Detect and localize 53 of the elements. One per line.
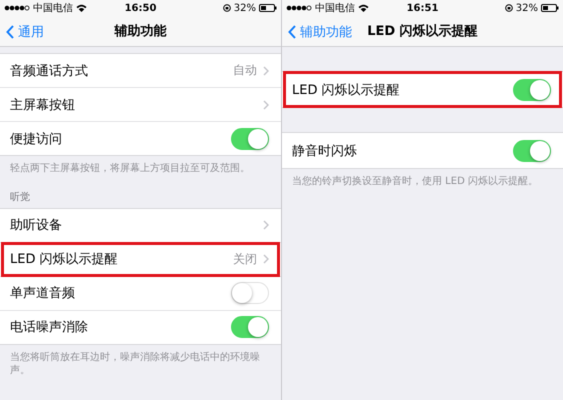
row-label: 主屏幕按钮: [10, 96, 76, 114]
back-button[interactable]: 通用: [6, 23, 44, 41]
nav-title: LED 闪烁以示提醒: [367, 23, 478, 40]
battery-icon: [259, 4, 277, 12]
row-label: 电话噪声消除: [10, 319, 89, 336]
nav-title: 辅助功能: [114, 23, 166, 40]
row-label: LED 闪烁以示提醒: [292, 82, 401, 98]
row-label: 便捷访问: [10, 130, 63, 148]
section-footer: 轻点两下主屏幕按钮，将屏幕上方项目拉至可及范围。: [0, 156, 281, 176]
section-header: 听觉: [9, 190, 31, 204]
settings-row[interactable]: LED 闪烁以示提醒: [282, 72, 563, 107]
toggle-switch[interactable]: [513, 78, 551, 100]
toggle-switch[interactable]: [513, 140, 551, 162]
settings-row[interactable]: 助听设备: [0, 208, 281, 242]
wifi-icon: [358, 4, 369, 12]
battery-icon: [541, 4, 559, 12]
row-label: 静音时闪烁: [292, 142, 358, 160]
chevron-left-icon: [6, 25, 14, 39]
settings-row[interactable]: 便捷访问: [0, 122, 281, 155]
lock-rotation-icon: [222, 4, 231, 12]
carrier-name: 中国电信: [315, 2, 355, 15]
signal-icon: [4, 5, 30, 11]
settings-row[interactable]: 电话噪声消除: [0, 310, 281, 344]
chevron-right-icon: [263, 66, 269, 76]
toggle-switch[interactable]: [231, 282, 269, 304]
row-value: 关闭: [233, 250, 257, 268]
row-value: 自动: [233, 62, 257, 79]
settings-row[interactable]: 主屏幕按钮: [0, 88, 281, 122]
clock-time: 16:51: [406, 2, 438, 14]
row-label: 单声道音频: [10, 285, 76, 302]
settings-row[interactable]: LED 闪烁以示提醒 关闭: [0, 242, 281, 276]
section-footer: 当您将听筒放在耳边时，噪声消除将减少电话中的环境噪声。: [0, 344, 281, 378]
chevron-right-icon: [263, 254, 269, 264]
toggle-switch[interactable]: [231, 316, 269, 338]
toggle-switch[interactable]: [231, 128, 269, 150]
battery-percent: 32%: [516, 2, 538, 14]
settings-row[interactable]: 单声道音频: [0, 276, 281, 310]
back-button[interactable]: 辅助功能: [288, 23, 352, 41]
settings-row[interactable]: 静音时闪烁: [282, 133, 563, 168]
chevron-right-icon: [263, 220, 269, 230]
wifi-icon: [76, 4, 87, 12]
chevron-left-icon: [288, 25, 296, 39]
section-footer: 当您的铃声切换设至静音时，使用 LED 闪烁以示提醒。: [282, 169, 563, 188]
chevron-right-icon: [263, 100, 269, 110]
lock-rotation-icon: [504, 4, 513, 12]
row-label: LED 闪烁以示提醒: [10, 251, 119, 268]
row-label: 助听设备: [10, 217, 63, 234]
battery-percent: 32%: [234, 2, 256, 14]
clock-time: 16:50: [124, 2, 156, 14]
signal-icon: [286, 5, 312, 11]
row-label: 音频通话方式: [10, 62, 89, 80]
carrier-name: 中国电信: [33, 2, 73, 15]
settings-row[interactable]: 音频通话方式 自动: [0, 54, 281, 88]
